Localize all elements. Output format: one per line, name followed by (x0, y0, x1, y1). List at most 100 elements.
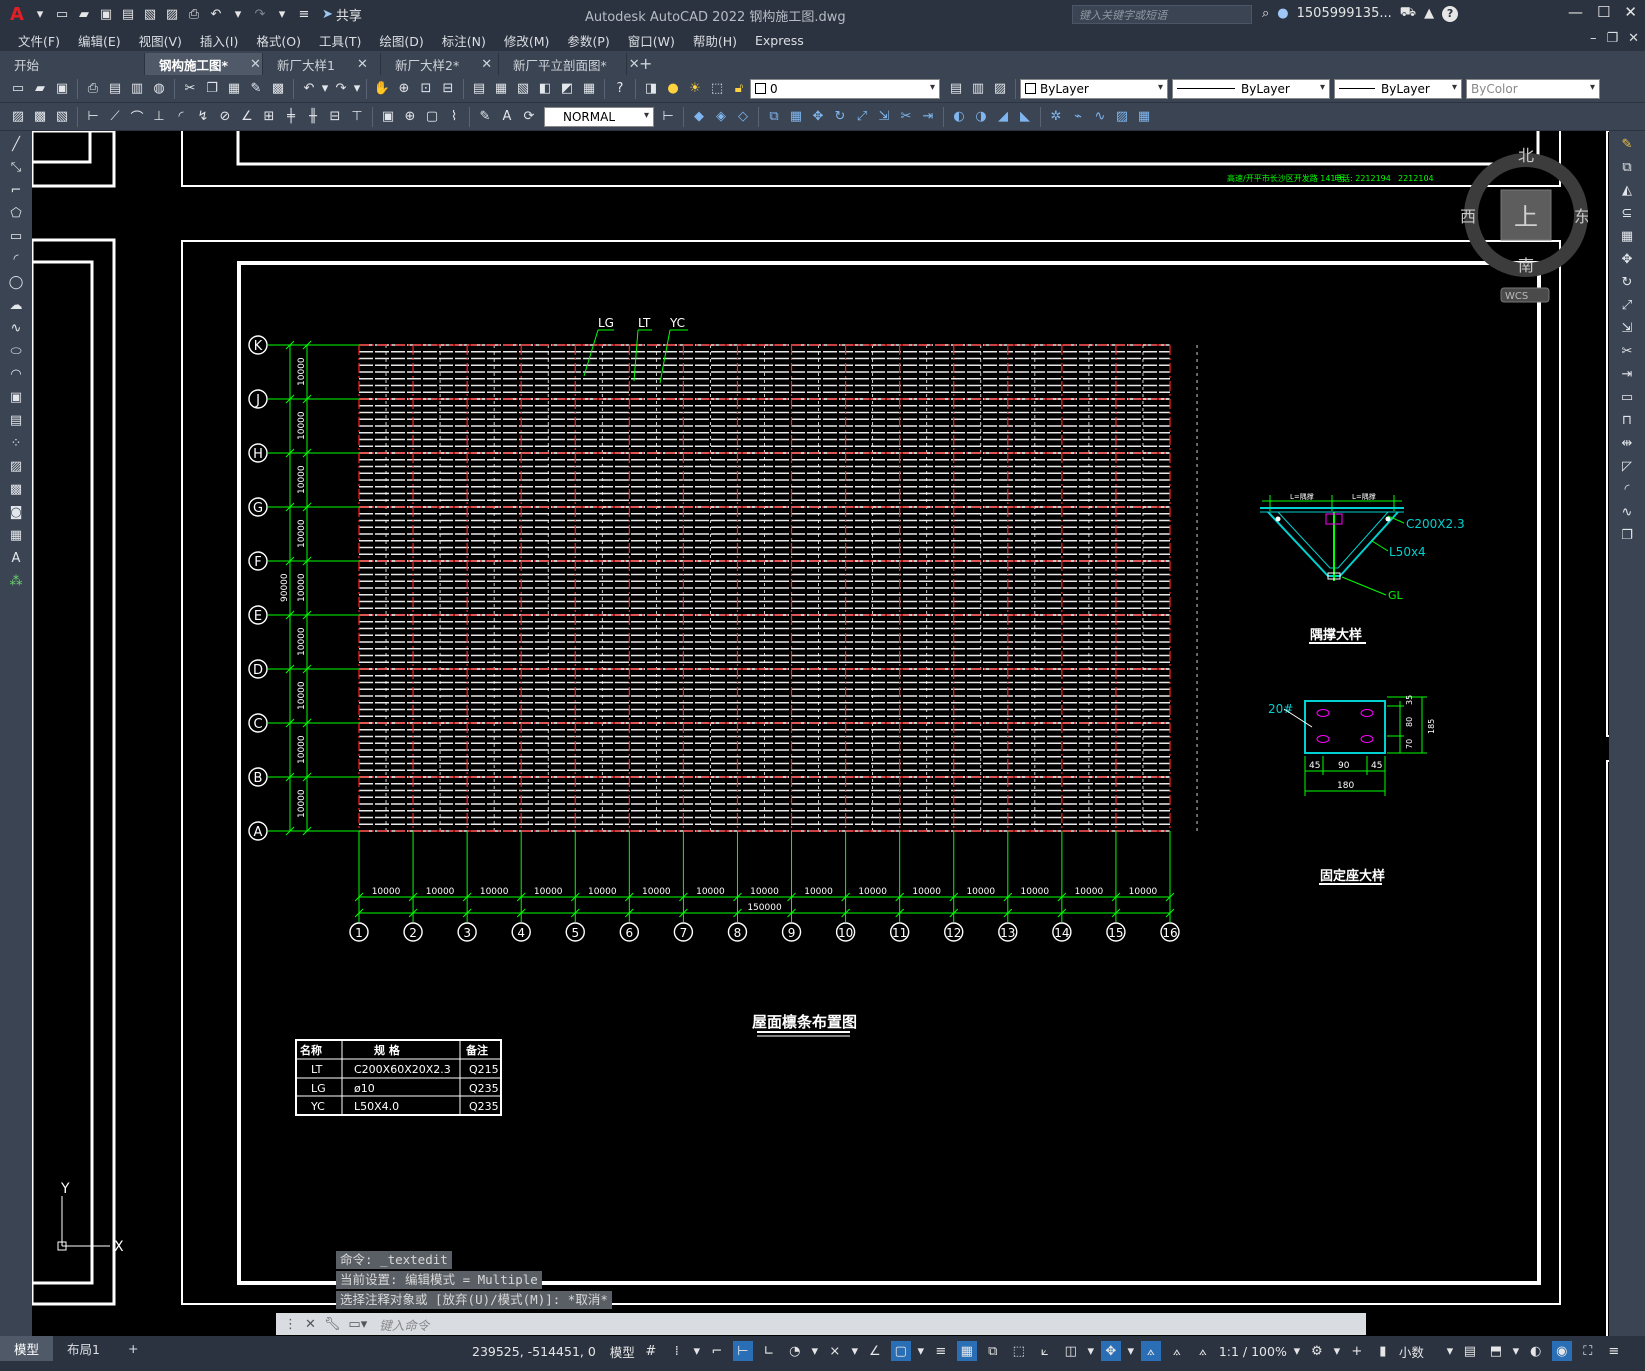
dimension-break-icon[interactable]: ⊤ (347, 107, 367, 127)
inspection-icon[interactable]: ▢ (422, 107, 442, 127)
insert-block-icon[interactable]: ▣ (6, 387, 26, 407)
ellipse-icon[interactable]: ⬭ (6, 341, 26, 361)
tab-detail-1[interactable]: 新厂大样1 ✕ (263, 53, 381, 75)
object-snap-icon[interactable]: ▢ (890, 1341, 911, 1361)
customize-wrench-icon[interactable]: 🔧︎ (324, 1317, 341, 1332)
restore-icon[interactable]: ❐ (1606, 31, 1618, 46)
offset-icon[interactable]: ⧉ (764, 107, 784, 127)
circle-icon[interactable]: ◯ (6, 272, 26, 292)
viewcube-svg[interactable]: 上 北 南 东 西 WCS (1438, 131, 1590, 321)
menu-view[interactable]: 视图(V) (139, 31, 182, 50)
polygon-icon[interactable]: ⬠ (6, 203, 26, 223)
zoom-window-icon[interactable]: ⊡ (416, 79, 436, 99)
save-icon[interactable]: ▣ (52, 79, 72, 99)
trim-icon[interactable]: ✂ (896, 107, 916, 127)
make-current-layer-icon[interactable]: ▤ (946, 79, 966, 99)
edit-spline-icon[interactable]: ∿ (1090, 107, 1110, 127)
break-icon[interactable]: ⊓ (1617, 410, 1637, 430)
undo-icon[interactable]: ↶ (299, 79, 319, 99)
open-folder-icon[interactable]: ▰ (30, 79, 50, 99)
undo-icon[interactable]: ↶ (206, 5, 226, 25)
baseline-dimension-icon[interactable]: ╪ (281, 107, 301, 127)
viewport-lock-icon[interactable]: ⬚ (707, 79, 727, 99)
chevron-down-icon[interactable]: ▾ (30, 5, 50, 25)
menu-express[interactable]: Express (755, 33, 804, 48)
close-icon[interactable]: ✕ (1624, 3, 1637, 21)
trim-icon[interactable]: ✂ (1617, 341, 1637, 361)
menu-parametric[interactable]: 参数(P) (567, 31, 609, 50)
annotation-scale-value[interactable]: 1:1 / 100% (1219, 1344, 1287, 1359)
grid-icon[interactable]: # (641, 1341, 661, 1361)
chevron-down-icon[interactable]: ▾ (321, 79, 329, 99)
application-menu-button[interactable]: A (6, 4, 28, 25)
dimension-update-icon[interactable]: ⟳ (519, 107, 539, 127)
drawing-svg[interactable]: 高速/开平市长沙区开发路 141 号 电话: 2212194 2212104 K… (32, 131, 1609, 1336)
ordinate-dimension-icon[interactable]: ⊥ (149, 107, 169, 127)
arc-icon[interactable]: ◜ (6, 249, 26, 269)
dynamic-input-icon[interactable]: ⊢ (732, 1341, 753, 1361)
move-icon[interactable]: ✥ (808, 107, 828, 127)
save-icon[interactable]: ▣ (96, 5, 116, 25)
lineweight-icon[interactable]: ≡ (931, 1341, 951, 1361)
layer-properties-icon[interactable]: ◨ (641, 79, 661, 99)
array-icon[interactable]: ▦ (786, 107, 806, 127)
compass-south[interactable]: 南 (1518, 256, 1534, 275)
dimension-edit-icon[interactable]: ✎ (475, 107, 495, 127)
coordinates-readout[interactable]: 239525, -514451, 0 (472, 1344, 596, 1359)
cut-icon[interactable]: ✂ (180, 79, 200, 99)
make-block-icon[interactable]: ▤ (6, 410, 26, 430)
plot-preview-icon[interactable]: ▤ (105, 79, 125, 99)
help-icon[interactable]: ? (610, 79, 630, 99)
annotation-visibility-icon[interactable]: ⟑ (1140, 1341, 1161, 1361)
chamfer-icon[interactable]: ◢ (993, 107, 1013, 127)
plus-icon[interactable]: + (1347, 1341, 1367, 1361)
search-icon[interactable]: ⌕ (1262, 6, 1269, 21)
lock-ui-icon[interactable]: ⬒ (1486, 1341, 1506, 1361)
pan-icon[interactable]: ✋ (372, 79, 392, 99)
tab-plan-elevation[interactable]: 新厂平立剖面图* ✕ (499, 53, 640, 75)
edit-hatch-icon[interactable]: ▨ (1112, 107, 1132, 127)
chevron-down-icon[interactable]: ▾ (1127, 1341, 1135, 1361)
fillet-icon[interactable]: ◣ (1015, 107, 1035, 127)
join-icon[interactable]: ◑ (971, 107, 991, 127)
rotate-icon[interactable]: ↻ (1617, 272, 1637, 292)
chevron-down-icon[interactable]: ▾ (693, 1341, 701, 1361)
annotation-scale-icon[interactable]: ⟑ (1193, 1341, 1213, 1361)
autodesk-account-icon[interactable]: ▲ (1424, 6, 1434, 21)
menu-format[interactable]: 格式(O) (256, 31, 301, 50)
fillet-icon[interactable]: ◜ (1617, 479, 1637, 499)
close-icon[interactable]: ✕ (250, 57, 261, 72)
edit-array-icon[interactable]: ▦ (1134, 107, 1154, 127)
diameter-dimension-icon[interactable]: ⊘ (215, 107, 235, 127)
object-snap-tracking-icon[interactable]: ∠ (865, 1341, 885, 1361)
sun-icon[interactable]: ☀ (685, 79, 705, 99)
unlock-icon[interactable]: 🔓︎ (729, 79, 749, 99)
chevron-down-icon[interactable]: ▾ (1333, 1341, 1341, 1361)
drawing-area[interactable]: 高速/开平市长沙区开发路 141 号 电话: 2212194 2212104 K… (32, 131, 1609, 1336)
break-icon[interactable]: ◐ (949, 107, 969, 127)
gradient-icon[interactable]: ▩ (6, 479, 26, 499)
arc-length-icon[interactable]: ⌒ (127, 107, 147, 127)
aligned-dimension-icon[interactable]: ⟋ (105, 107, 125, 127)
dimension-text-edit-icon[interactable]: A (497, 107, 517, 127)
command-input[interactable]: 键入命令 (379, 1315, 429, 1334)
explode-icon[interactable]: ❐ (1617, 525, 1637, 545)
copy-icon[interactable]: ⧉ (1617, 157, 1637, 177)
polyline-icon[interactable]: ⌐ (6, 180, 26, 200)
mirror-icon[interactable]: ◭ (1617, 180, 1637, 200)
chamfer-icon[interactable]: ◸ (1617, 456, 1637, 476)
layer-isolate-icon[interactable]: ▩ (30, 107, 50, 127)
zoom-realtime-icon[interactable]: ⊕ (394, 79, 414, 99)
hatch-icon[interactable]: ▨ (6, 456, 26, 476)
edit-polyline-icon[interactable]: ⌁ (1068, 107, 1088, 127)
blend-curves-icon[interactable]: ∿ (1617, 502, 1637, 522)
print-icon[interactable]: ⎙ (184, 5, 204, 25)
rotate-icon[interactable]: ↻ (830, 107, 850, 127)
help-button[interactable]: ? (1442, 5, 1459, 22)
tab-layout1[interactable]: 布局1 (53, 1336, 114, 1361)
new-file-icon[interactable]: ▭ (52, 5, 72, 25)
scale-icon[interactable]: ⤢ (1617, 295, 1637, 315)
construction-line-icon[interactable]: ⤡ (6, 157, 26, 177)
stretch-icon[interactable]: ⇲ (874, 107, 894, 127)
tab-detail-2[interactable]: 新厂大样2* ✕ (381, 53, 499, 75)
